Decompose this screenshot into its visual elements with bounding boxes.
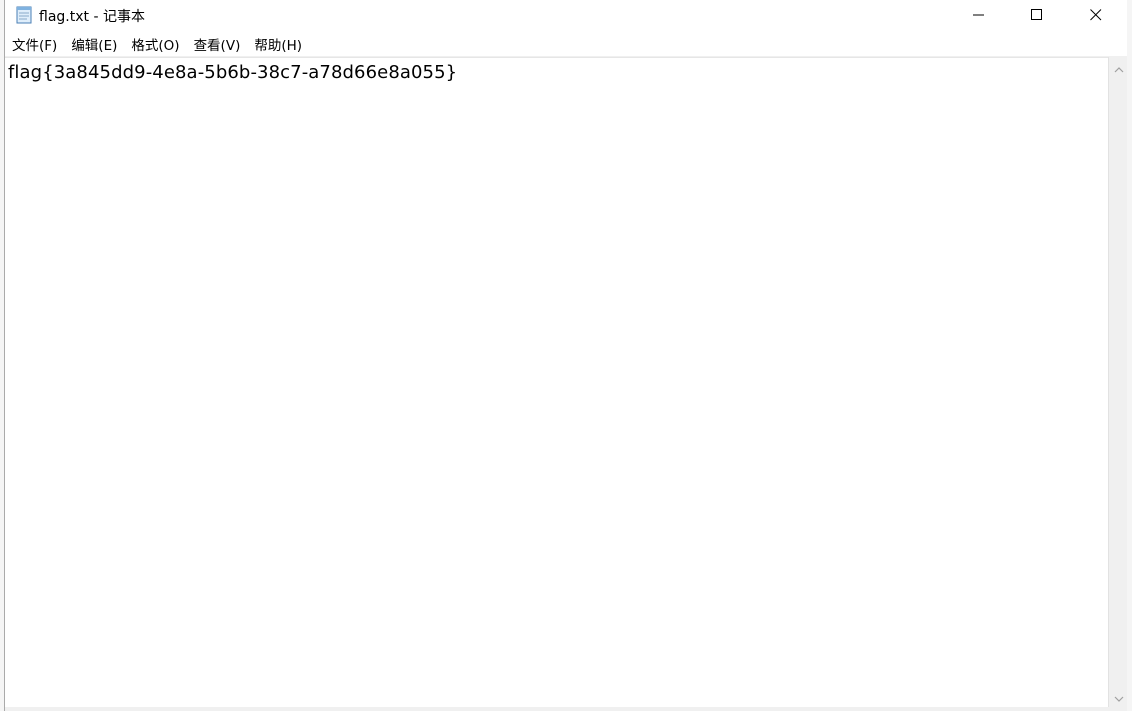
maximize-button[interactable] [1008, 0, 1066, 30]
menu-edit[interactable]: 编辑(E) [64, 31, 124, 57]
menu-view[interactable]: 查看(V) [187, 31, 248, 57]
menu-format[interactable]: 格式(O) [124, 31, 186, 57]
scroll-up-button[interactable] [1109, 59, 1129, 76]
close-icon [1090, 6, 1102, 25]
vertical-scrollbar[interactable] [1108, 57, 1129, 707]
notepad-window: flag.txt - 记事本 文件(F) 编辑(E) 格式(O) 查看(V) 帮… [4, 0, 1132, 711]
minimize-icon [973, 6, 985, 25]
editor-content: flag{3a845dd9-4e8a-5b6b-38c7-a78d66e8a05… [8, 62, 458, 83]
scroll-down-button[interactable] [1109, 688, 1129, 705]
menu-help[interactable]: 帮助(H) [247, 31, 309, 57]
menu-bar: 文件(F) 编辑(E) 格式(O) 查看(V) 帮助(H) [5, 32, 1132, 57]
background-window-edge-right [1127, 0, 1132, 711]
menu-file[interactable]: 文件(F) [5, 31, 64, 57]
close-button[interactable] [1067, 0, 1125, 30]
notepad-icon [15, 5, 33, 24]
window-bottom-edge [5, 707, 1132, 711]
text-editor[interactable]: flag{3a845dd9-4e8a-5b6b-38c7-a78d66e8a05… [5, 57, 1108, 708]
chevron-up-icon [1114, 58, 1124, 77]
minimize-button[interactable] [950, 0, 1008, 30]
maximize-icon [1031, 6, 1043, 25]
window-title: flag.txt - 记事本 [39, 9, 145, 25]
title-bar[interactable]: flag.txt - 记事本 [5, 0, 1132, 30]
chevron-down-icon [1114, 687, 1124, 706]
